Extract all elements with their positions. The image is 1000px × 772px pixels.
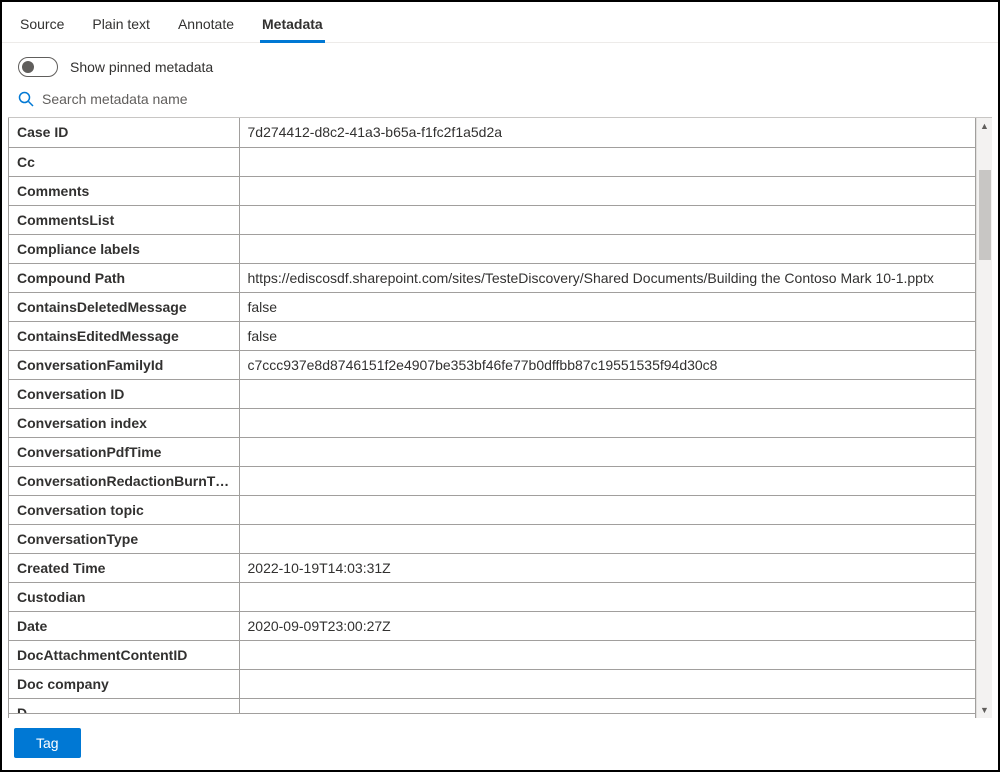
metadata-key: ConversationFamilyId xyxy=(9,350,239,379)
table-row: Created Time2022-10-19T14:03:31Z xyxy=(9,553,975,582)
metadata-key: Doc company xyxy=(9,669,239,698)
table-row: ConversationType xyxy=(9,524,975,553)
metadata-value xyxy=(239,408,975,437)
metadata-value: false xyxy=(239,321,975,350)
metadata-key: Conversation index xyxy=(9,408,239,437)
metadata-key: Created Time xyxy=(9,553,239,582)
metadata-table-container: Case ID7d274412-d8c2-41a3-b65a-f1fc2f1a5… xyxy=(8,118,976,718)
table-row: ConversationRedactionBurnTime xyxy=(9,466,975,495)
metadata-key: Case ID xyxy=(9,118,239,147)
metadata-value: 2020-09-09T23:00:27Z xyxy=(239,611,975,640)
tab-plain-text[interactable]: Plain text xyxy=(90,12,152,42)
table-row: CommentsList xyxy=(9,205,975,234)
metadata-key: Conversation topic xyxy=(9,495,239,524)
toggle-row: Show pinned metadata xyxy=(2,43,998,85)
table-row: ContainsEditedMessagefalse xyxy=(9,321,975,350)
table-row: ConversationFamilyIdc7ccc937e8d8746151f2… xyxy=(9,350,975,379)
search-row xyxy=(2,85,998,117)
metadata-key: ConversationPdfTime xyxy=(9,437,239,466)
table-outer: Case ID7d274412-d8c2-41a3-b65a-f1fc2f1a5… xyxy=(8,117,992,718)
table-row: Compound Pathhttps://ediscosdf.sharepoin… xyxy=(9,263,975,292)
tab-metadata[interactable]: Metadata xyxy=(260,12,325,42)
metadata-value xyxy=(239,437,975,466)
metadata-table: Case ID7d274412-d8c2-41a3-b65a-f1fc2f1a5… xyxy=(9,118,975,714)
tab-source[interactable]: Source xyxy=(18,12,66,42)
metadata-value xyxy=(239,205,975,234)
table-row: Conversation ID xyxy=(9,379,975,408)
metadata-key: Cc xyxy=(9,147,239,176)
metadata-value xyxy=(239,640,975,669)
metadata-key: Date xyxy=(9,611,239,640)
scroll-down-arrow-icon[interactable]: ▼ xyxy=(977,702,993,718)
metadata-value: false xyxy=(239,292,975,321)
metadata-value xyxy=(239,234,975,263)
metadata-value xyxy=(239,176,975,205)
metadata-key: Conversation ID xyxy=(9,379,239,408)
metadata-value xyxy=(239,147,975,176)
table-row: Date2020-09-09T23:00:27Z xyxy=(9,611,975,640)
metadata-value: 7d274412-d8c2-41a3-b65a-f1fc2f1a5d2a xyxy=(239,118,975,147)
metadata-key: DocAttachmentContentID xyxy=(9,640,239,669)
toggle-knob xyxy=(22,61,34,73)
table-row: Conversation index xyxy=(9,408,975,437)
metadata-key: Compliance labels xyxy=(9,234,239,263)
metadata-key: Comments xyxy=(9,176,239,205)
toggle-label: Show pinned metadata xyxy=(70,59,213,75)
metadata-value: c7ccc937e8d8746151f2e4907be353bf46fe77b0… xyxy=(239,350,975,379)
metadata-value xyxy=(239,466,975,495)
metadata-value xyxy=(239,669,975,698)
show-pinned-toggle[interactable] xyxy=(18,57,58,77)
table-row: Comments xyxy=(9,176,975,205)
tag-button[interactable]: Tag xyxy=(14,728,81,758)
metadata-value xyxy=(239,495,975,524)
table-row: Cc xyxy=(9,147,975,176)
metadata-key: Custodian xyxy=(9,582,239,611)
tab-bar: Source Plain text Annotate Metadata xyxy=(2,2,998,43)
table-row: Custodian xyxy=(9,582,975,611)
table-row: Conversation topic xyxy=(9,495,975,524)
table-row: ConversationPdfTime xyxy=(9,437,975,466)
metadata-key: ContainsDeletedMessage xyxy=(9,292,239,321)
table-row: Compliance labels xyxy=(9,234,975,263)
search-input[interactable] xyxy=(42,91,982,107)
metadata-value xyxy=(239,379,975,408)
footer: Tag xyxy=(2,718,998,770)
metadata-key: Compound Path xyxy=(9,263,239,292)
metadata-key: D xyxy=(9,698,239,713)
table-row: DocAttachmentContentID xyxy=(9,640,975,669)
metadata-key: ConversationRedactionBurnTime xyxy=(9,466,239,495)
scroll-thumb[interactable] xyxy=(979,170,991,260)
metadata-key: ContainsEditedMessage xyxy=(9,321,239,350)
table-row: Doc company xyxy=(9,669,975,698)
scroll-track[interactable] xyxy=(977,134,992,702)
metadata-value xyxy=(239,582,975,611)
metadata-value: 2022-10-19T14:03:31Z xyxy=(239,553,975,582)
metadata-value: https://ediscosdf.sharepoint.com/sites/T… xyxy=(239,263,975,292)
table-row: Case ID7d274412-d8c2-41a3-b65a-f1fc2f1a5… xyxy=(9,118,975,147)
metadata-value xyxy=(239,524,975,553)
metadata-key: CommentsList xyxy=(9,205,239,234)
vertical-scrollbar[interactable]: ▲ ▼ xyxy=(976,118,992,718)
scroll-up-arrow-icon[interactable]: ▲ xyxy=(977,118,993,134)
metadata-value xyxy=(239,698,975,713)
table-row-partial: D xyxy=(9,698,975,713)
metadata-key: ConversationType xyxy=(9,524,239,553)
search-icon xyxy=(18,91,34,107)
table-row: ContainsDeletedMessagefalse xyxy=(9,292,975,321)
tab-annotate[interactable]: Annotate xyxy=(176,12,236,42)
